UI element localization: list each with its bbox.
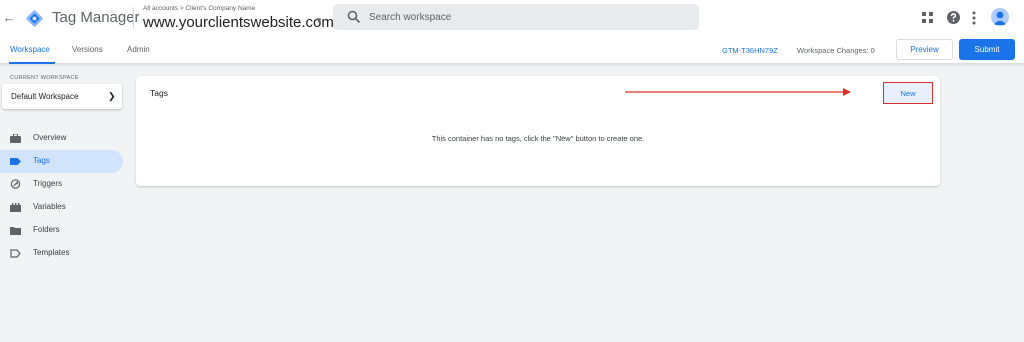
tab-admin[interactable]: Admin <box>127 45 150 54</box>
back-arrow-icon[interactable]: ← <box>2 9 16 27</box>
empty-state-message: This container has no tags, click the "N… <box>431 134 645 143</box>
person-icon <box>993 11 1007 25</box>
preview-button[interactable]: Preview <box>896 39 953 60</box>
product-name: Tag Manager <box>52 9 140 26</box>
sidebar-item-overview[interactable]: Overview <box>0 127 123 150</box>
more-vert-icon[interactable] <box>972 11 976 25</box>
search-bar[interactable] <box>333 4 699 30</box>
tag-icon <box>10 158 21 165</box>
active-tab-indicator <box>9 62 55 64</box>
search-icon <box>347 10 361 24</box>
tag-manager-logo <box>26 10 43 27</box>
sidebar-item-triggers[interactable]: Triggers <box>0 173 123 196</box>
new-tag-button[interactable]: New <box>883 82 933 104</box>
workspace-name: Default Workspace <box>11 92 79 101</box>
workspace-nav-bar: Workspace Versions Admin GTM-T36HN79Z Wo… <box>0 36 1024 64</box>
top-app-bar: ← Tag Manager All accounts > Client's Co… <box>0 0 1024 36</box>
caret-down-icon[interactable]: ▼ <box>315 16 323 25</box>
trigger-icon <box>10 179 21 189</box>
header-divider <box>133 7 134 29</box>
briefcase-icon <box>10 134 21 143</box>
current-workspace-label: CURRENT WORKSPACE <box>10 75 79 81</box>
sidebar-item-label: Templates <box>33 248 70 257</box>
help-icon[interactable] <box>947 11 960 24</box>
sidebar-item-templates[interactable]: Templates <box>0 242 123 265</box>
variables-icon <box>10 203 21 212</box>
container-id[interactable]: GTM-T36HN79Z <box>722 46 778 55</box>
sidebar-item-label: Triggers <box>33 179 63 188</box>
apps-grid-icon[interactable] <box>922 12 933 23</box>
sidebar-item-label: Variables <box>33 202 66 211</box>
template-icon <box>10 249 21 258</box>
sidebar-item-label: Overview <box>33 133 67 142</box>
sidebar-item-tags[interactable]: Tags <box>0 150 123 173</box>
card-title: Tags <box>150 88 168 98</box>
chevron-right-icon: ❯ <box>108 91 116 101</box>
tab-versions[interactable]: Versions <box>72 45 103 54</box>
workspace-selector[interactable]: Default Workspace ❯ <box>2 84 122 109</box>
container-selector[interactable]: www.yourclientswebsite.com <box>143 14 334 31</box>
workspace-changes: Workspace Changes: 0 <box>797 46 875 55</box>
sidebar-item-label: Tags <box>33 156 50 165</box>
tab-workspace[interactable]: Workspace <box>10 45 50 54</box>
account-avatar[interactable] <box>991 8 1009 26</box>
search-input[interactable] <box>369 8 689 26</box>
sidebar-item-label: Folders <box>33 225 60 234</box>
folder-icon <box>10 227 21 235</box>
breadcrumb[interactable]: All accounts > Client's Company Name <box>143 5 255 12</box>
annotation-arrow-icon <box>625 88 851 96</box>
submit-button[interactable]: Submit <box>959 39 1015 60</box>
sidebar-item-variables[interactable]: Variables <box>0 196 123 219</box>
sidebar-item-folders[interactable]: Folders <box>0 219 123 242</box>
